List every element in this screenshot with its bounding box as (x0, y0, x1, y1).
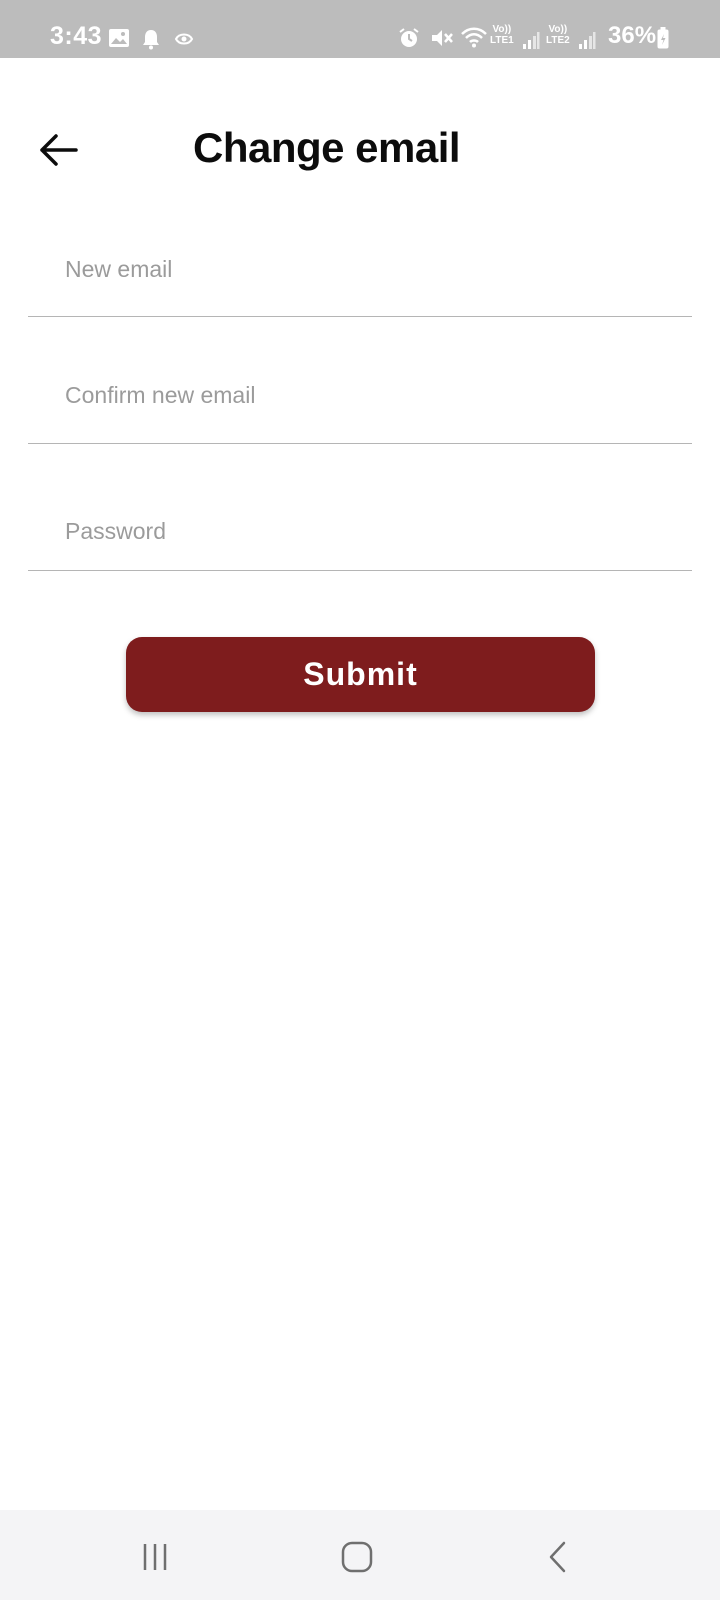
mute-icon (430, 28, 454, 53)
back-nav-button[interactable] (528, 1534, 588, 1580)
battery-icon (657, 27, 669, 54)
status-time: 3:43 (50, 22, 103, 50)
signal-icon (522, 30, 540, 55)
wifi-icon (460, 26, 488, 53)
new-email-field-container (28, 240, 692, 317)
new-email-input[interactable] (65, 254, 692, 284)
gallery-icon (108, 28, 130, 53)
submit-button[interactable]: Submit (126, 637, 595, 712)
back-icon (549, 1541, 566, 1573)
signal-icon (578, 30, 596, 55)
home-button[interactable] (327, 1534, 387, 1580)
lte1-label: LTE1 (490, 35, 514, 46)
confirm-email-input[interactable] (65, 380, 692, 410)
password-field-container (28, 508, 692, 571)
app-icon (174, 32, 194, 51)
confirm-email-field-container (28, 366, 692, 444)
lte2-label: LTE2 (546, 35, 570, 46)
sim2-label: Vo)) LTE2 (546, 24, 570, 46)
password-input[interactable] (65, 516, 692, 546)
sim1-label: Vo)) LTE1 (490, 24, 514, 46)
system-nav-bar (0, 1510, 720, 1600)
volte2-label: Vo)) (548, 24, 568, 35)
recent-apps-icon (143, 1544, 167, 1570)
status-bar: 3:43 Vo)) LTE1 Vo)) LTE2 36% (0, 0, 720, 58)
page-title: Change email (193, 124, 461, 171)
battery-percent: 36% (608, 22, 657, 49)
alarm-icon (398, 27, 420, 54)
back-button[interactable] (30, 122, 86, 178)
recent-apps-button[interactable] (125, 1534, 185, 1580)
notification-bell-icon (141, 28, 161, 55)
home-icon (341, 1541, 373, 1573)
volte1-label: Vo)) (492, 24, 512, 35)
arrow-left-icon (40, 134, 78, 166)
